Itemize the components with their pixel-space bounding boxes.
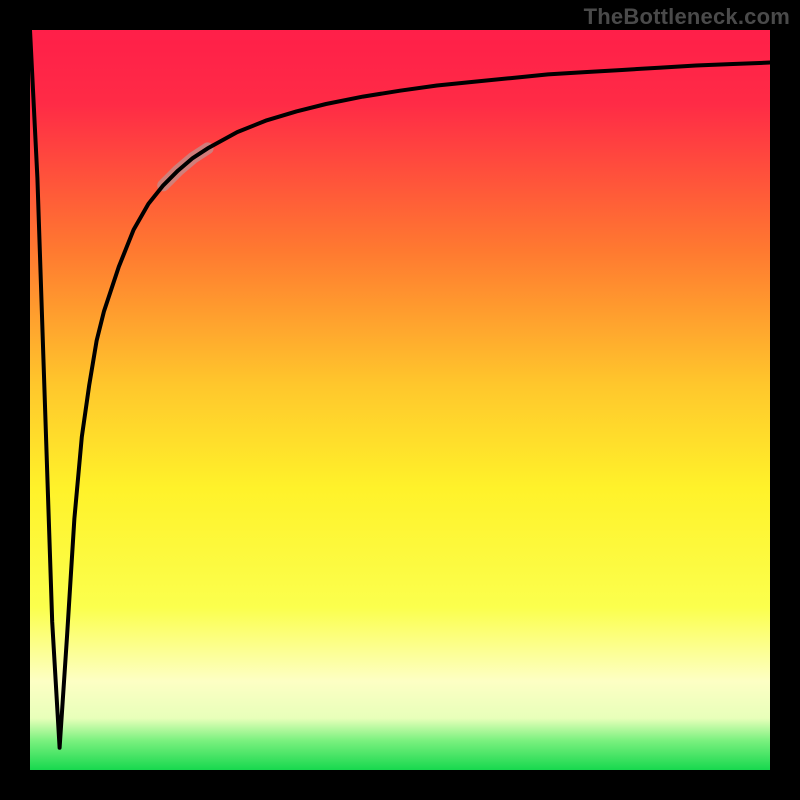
gradient-background [30, 30, 770, 770]
chart-svg [30, 30, 770, 770]
chart-frame: TheBottleneck.com [0, 0, 800, 800]
watermark-label: TheBottleneck.com [584, 4, 790, 30]
plot-area [30, 30, 770, 770]
